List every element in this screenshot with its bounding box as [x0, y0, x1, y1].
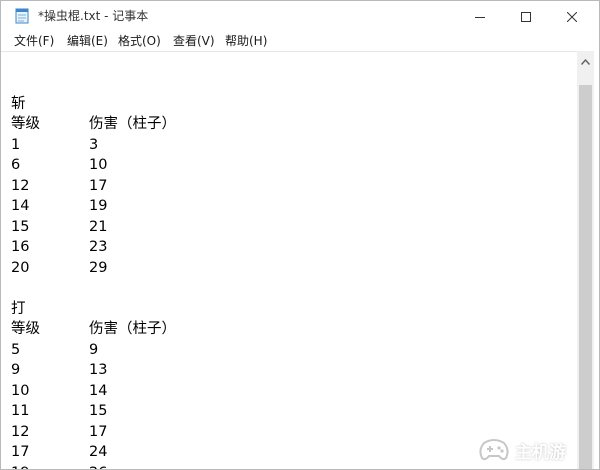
- watermark: 主机游: [475, 433, 585, 465]
- notepad-icon: [15, 8, 29, 24]
- line-col-1: 15: [11, 218, 30, 235]
- line-col-2: 17: [89, 177, 108, 194]
- menu-edit[interactable]: 编辑(E): [67, 33, 108, 49]
- line-col-1: 17: [11, 444, 30, 460]
- line-col-2: 10: [89, 157, 108, 173]
- line-col-2: 17: [89, 423, 108, 440]
- line-col-1: 12: [11, 423, 30, 440]
- menu-help[interactable]: 帮助(H): [225, 33, 267, 49]
- line-col-1: 5: [11, 341, 21, 358]
- menu-view[interactable]: 查看(V): [173, 33, 215, 49]
- line-col-2: 26: [89, 463, 107, 470]
- line-col-2: 13: [89, 362, 108, 378]
- maximize-icon: [521, 7, 531, 26]
- line-col-1: 12: [11, 177, 30, 194]
- line-col-1: 16: [11, 239, 30, 255]
- title-bar[interactable]: *操虫棍.txt - 记事本: [1, 1, 599, 31]
- line-col-2: 15: [89, 403, 108, 419]
- line-col-1: 19: [11, 463, 29, 470]
- menu-bar: 文件(F) 编辑(E) 格式(O) 查看(V) 帮助(H): [1, 31, 599, 51]
- text-editor-area[interactable]: 斩等级 伤害（柱子） 1 3 6 10 12 17 14 19 15 21 16 23 20 29 打等级 伤害（…: [1, 51, 577, 470]
- line-col-1: 斩: [11, 95, 26, 112]
- line-col-1: 打: [11, 300, 26, 317]
- scroll-up-arrow-icon: [580, 50, 591, 69]
- vertical-scrollbar[interactable]: [577, 51, 594, 469]
- window-title: *操虫棍.txt - 记事本: [38, 9, 149, 23]
- line-col-2: 3: [89, 136, 99, 153]
- watermark-text: 主机游: [515, 443, 566, 463]
- scroll-up-button[interactable]: [577, 51, 594, 68]
- line-col-2: 24: [89, 444, 108, 460]
- close-icon: [566, 7, 578, 26]
- line-col-2: 19: [89, 198, 108, 214]
- maximize-button[interactable]: [503, 1, 549, 31]
- line-col-1: 1: [11, 136, 21, 153]
- line-col-2: 21: [89, 218, 108, 235]
- line-col-1: 11: [11, 403, 30, 419]
- line-col-1: 6: [11, 157, 21, 173]
- line-col-2: 9: [89, 341, 99, 358]
- line-col-2: 29: [89, 259, 108, 276]
- line-col-1: 9: [11, 362, 21, 378]
- line-col-1: 等级: [11, 116, 40, 132]
- minimize-icon: [475, 7, 485, 26]
- minimize-button[interactable]: [457, 1, 503, 31]
- line-col-1: 14: [11, 198, 30, 214]
- menu-file[interactable]: 文件(F): [14, 33, 54, 49]
- close-button[interactable]: [549, 1, 595, 31]
- line-col-2: 伤害（柱子）: [89, 321, 176, 337]
- line-col-1: 等级: [11, 321, 40, 337]
- line-col-2: 23: [89, 239, 108, 255]
- line-col-2: 伤害（柱子）: [89, 116, 176, 132]
- menu-format[interactable]: 格式(O): [118, 33, 161, 49]
- line-col-1: 20: [11, 259, 30, 276]
- notepad-window: *操虫棍.txt - 记事本 文件(F) 编辑(E) 格式(O) 查看(V) 帮…: [0, 0, 600, 470]
- scroll-thumb[interactable]: [579, 85, 592, 469]
- line-col-1: 10: [11, 382, 30, 399]
- line-col-2: 14: [89, 382, 108, 399]
